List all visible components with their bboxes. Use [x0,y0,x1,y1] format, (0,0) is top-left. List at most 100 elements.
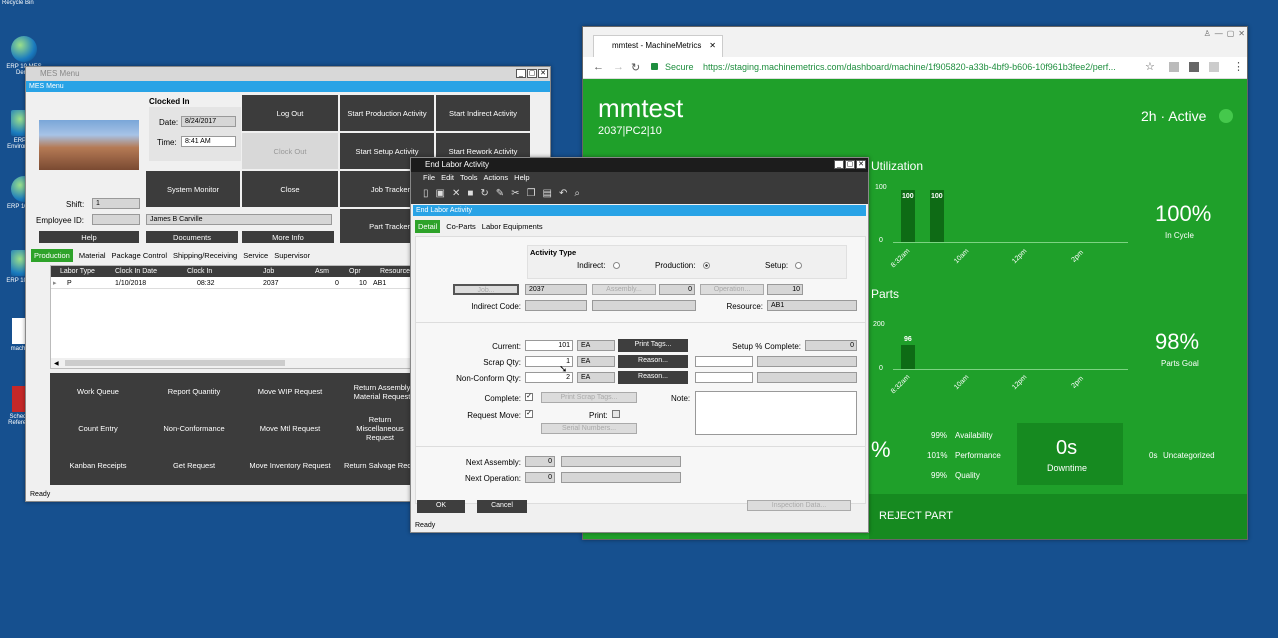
menu-help[interactable]: Help [514,172,529,184]
resource-field[interactable]: AB1 [767,300,857,311]
copy-icon[interactable]: ❐ [527,184,536,204]
time-field[interactable]: 8:41 AM [181,136,236,147]
brush-icon[interactable]: ✎ [496,184,504,204]
save-icon[interactable]: ▣ [436,184,445,204]
close-icon[interactable]: ✕ [1238,29,1245,38]
print-tags-button[interactable]: Print Tags... [618,339,688,352]
inspection-data-button[interactable]: Inspection Data... [747,500,851,511]
menu-actions[interactable]: Actions [484,172,509,184]
work-queue-button[interactable]: Work Queue [50,373,146,410]
clock-out-button[interactable]: Clock Out [242,133,338,169]
refresh-icon[interactable]: ↻ [480,184,488,204]
col-resource[interactable]: Resource [380,266,410,277]
assembly-button[interactable]: Assembly... [592,284,656,295]
col-labor-type[interactable]: Labor Type [60,266,95,277]
date-field[interactable]: 8/24/2017 [181,116,236,127]
delete-icon[interactable]: ✕ [452,184,460,204]
kanban-receipts-button[interactable]: Kanban Receipts [50,447,146,484]
return-salvage-button[interactable]: Return Salvage Request [338,447,412,484]
next-assembly-field[interactable]: 0 [525,456,555,467]
maximize-icon[interactable]: ▢ [1227,29,1235,38]
tab-material[interactable]: Material [79,249,106,262]
col-opr[interactable]: Opr [349,266,361,277]
start-production-button[interactable]: Start Production Activity [340,95,434,131]
get-request-button[interactable]: Get Request [146,447,242,484]
request-move-checkbox[interactable]: ✓ [525,410,533,418]
report-quantity-button[interactable]: Report Quantity [146,373,242,410]
complete-checkbox[interactable]: ✓ [525,393,533,401]
documents-button[interactable]: Documents [146,231,238,243]
tab-package-control[interactable]: Package Control [112,249,167,262]
maximize-icon[interactable]: ▢ [527,69,537,78]
menu-tools[interactable]: Tools [460,172,478,184]
nonconform-reason-field[interactable] [695,372,753,383]
current-qty-field[interactable]: 101 [525,340,573,351]
count-entry-button[interactable]: Count Entry [50,410,146,447]
tab-service[interactable]: Service [243,249,268,262]
serial-numbers-button[interactable]: Serial Numbers... [541,423,637,434]
tab-labor-equipments[interactable]: Labor Equipments [482,220,543,233]
tab-production[interactable]: Production [31,249,73,262]
job-field[interactable]: 2037 [525,284,587,295]
extension-icon[interactable] [1209,62,1219,72]
nonconform-uom-field[interactable]: EA [577,372,615,383]
print-checkbox[interactable] [612,410,620,418]
reload-icon[interactable]: ↻ [631,61,640,74]
help-button[interactable]: Help [39,231,139,243]
cut-icon[interactable]: ✂ [511,184,519,204]
setup-pct-field[interactable]: 0 [805,340,857,351]
col-clock-in[interactable]: Clock In [187,266,212,277]
log-out-button[interactable]: Log Out [242,95,338,131]
setup-radio[interactable] [795,262,802,269]
url-text[interactable]: https://staging.machinemetrics.com/dashb… [703,62,1143,72]
scrap-reason-button[interactable]: Reason... [618,355,688,368]
extension-icon[interactable] [1189,62,1199,72]
col-job[interactable]: Job [263,266,274,277]
operation-button[interactable]: Operation... [700,284,764,295]
col-asm[interactable]: Asm [315,266,329,277]
close-button[interactable]: Close [242,171,338,207]
note-textarea[interactable] [695,391,857,435]
production-radio[interactable] [703,262,710,269]
employee-id-field[interactable] [92,214,140,225]
indirect-code-field[interactable] [525,300,587,311]
binoculars-icon[interactable]: ⌕ [574,184,580,204]
menu-icon[interactable]: ⋮ [1233,60,1244,73]
scroll-left-icon[interactable]: ◀ [54,361,59,367]
print-scrap-tags-button[interactable]: Print Scrap Tags... [541,392,637,403]
clear-icon[interactable]: ■ [467,184,473,204]
operation-field[interactable]: 10 [767,284,803,295]
move-inventory-button[interactable]: Move Inventory Request [242,447,338,484]
tab-shipping[interactable]: Shipping/Receiving [173,249,237,262]
back-icon[interactable]: ← [593,61,604,73]
browser-tab[interactable]: mmtest - MachineMetrics ✕ [593,35,723,57]
system-monitor-button[interactable]: System Monitor [146,171,240,207]
close-icon[interactable]: ✕ [856,160,866,169]
table-row[interactable]: ▸ P 1/10/2018 08:32 2037 0 10 AB1 [51,278,411,289]
shift-field[interactable]: 1 [92,198,140,209]
return-assembly-button[interactable]: Return Assembly Material Request [338,373,412,410]
tab-supervisor[interactable]: Supervisor [274,249,310,262]
forward-icon[interactable]: → [613,61,624,73]
new-icon[interactable]: ▯ [423,184,429,204]
horizontal-scrollbar[interactable]: ◀ [51,358,411,368]
ok-button[interactable]: OK [417,500,465,513]
paste-icon[interactable]: ▤ [543,184,552,204]
scrap-uom-field[interactable]: EA [577,356,615,367]
minimize-icon[interactable]: _ [516,69,526,78]
current-uom-field[interactable]: EA [577,340,615,351]
start-indirect-button[interactable]: Start Indirect Activity [436,95,530,131]
menu-file[interactable]: File [423,172,435,184]
move-mtl-button[interactable]: Move Mtl Request [242,410,338,447]
nonconform-reason-button[interactable]: Reason... [618,371,688,384]
row-expand-icon[interactable]: ▸ [53,278,57,289]
move-wip-button[interactable]: Move WIP Request [242,373,338,410]
minimize-icon[interactable]: _ [834,160,844,169]
more-info-button[interactable]: More Info [242,231,334,243]
return-misc-button[interactable]: Return Miscellaneous Request [338,410,412,447]
non-conformance-button[interactable]: Non-Conformance [146,410,242,447]
minimize-icon[interactable]: — [1215,29,1223,38]
cancel-button[interactable]: Cancel [477,500,527,513]
extension-icon[interactable] [1169,62,1179,72]
scrap-reason-field[interactable] [695,356,753,367]
